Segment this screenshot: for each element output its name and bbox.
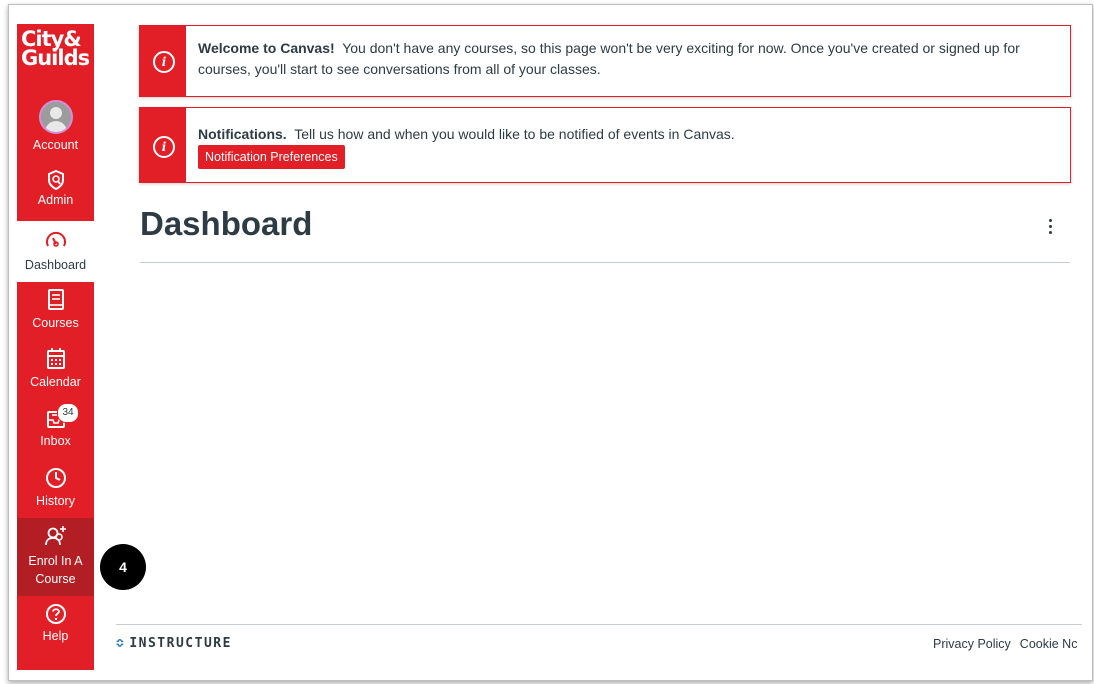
city-guilds-logo[interactable]: City& Guilds: [17, 28, 94, 78]
book-icon: [47, 289, 64, 310]
nav-item-label: Courses: [32, 316, 79, 330]
logo-line-2: Guilds: [21, 46, 90, 70]
nav-item-account[interactable]: Account: [17, 100, 94, 152]
privacy-policy-link[interactable]: Privacy Policy: [933, 637, 1011, 651]
global-navigation: City& Guilds Account Admin Dashboard Cou…: [17, 24, 94, 670]
footer-links: Privacy Policy Cookie Nc: [933, 637, 1086, 651]
nav-item-label: Dashboard: [24, 258, 87, 272]
instructure-logo[interactable]: ≎ INSTRUCTURE: [116, 636, 232, 651]
welcome-message: Welcome to Canvas! You don't have any co…: [198, 38, 1056, 80]
notifications-message: Notifications. Tell us how and when you …: [198, 125, 1056, 169]
instructure-mark-icon: ≎: [116, 636, 126, 651]
add-user-icon: [44, 526, 66, 546]
dashboard-gauge-icon: [45, 231, 66, 247]
nav-item-label: Admin: [37, 193, 74, 207]
dashboard-options-menu-icon[interactable]: [1042, 216, 1058, 240]
notifications-alert: i Notifications. Tell us how and when yo…: [139, 107, 1071, 183]
nav-item-label: Calendar: [30, 375, 81, 389]
welcome-alert: i Welcome to Canvas! You don't have any …: [139, 25, 1071, 97]
inbox-unread-badge: 34: [57, 403, 79, 423]
nav-item-label: Account: [32, 138, 79, 152]
nav-item-courses[interactable]: Courses: [17, 288, 94, 330]
footer-divider: [116, 624, 1082, 625]
info-icon: i: [153, 51, 175, 73]
alert-icon-bar: i: [140, 26, 186, 96]
shield-icon: [47, 169, 64, 191]
nav-item-calendar[interactable]: Calendar: [17, 347, 94, 389]
help-icon: [45, 604, 66, 624]
nav-item-enrol-in-a-course[interactable]: Enrol In A Course: [17, 518, 94, 596]
nav-item-label: Enrol In A Course: [28, 554, 83, 586]
nav-item-help[interactable]: Help: [17, 602, 94, 643]
title-divider: [140, 262, 1070, 263]
notifications-text: Tell us how and when you would like to b…: [294, 126, 735, 142]
alert-icon-bar: i: [140, 108, 186, 182]
instructure-wordmark: INSTRUCTURE: [129, 636, 232, 651]
nav-item-label: Inbox: [40, 434, 71, 448]
calendar-icon: [46, 348, 65, 369]
page-title: Dashboard: [140, 205, 313, 242]
clock-icon: [45, 468, 66, 488]
notification-preferences-button[interactable]: Notification Preferences: [198, 145, 345, 169]
browser-frame: [8, 4, 1093, 681]
notifications-title: Notifications.: [198, 126, 287, 142]
cookie-notice-link[interactable]: Cookie Nc: [1020, 637, 1078, 651]
nav-item-label: Help: [42, 629, 69, 643]
avatar: [38, 100, 73, 134]
welcome-title: Welcome to Canvas!: [198, 40, 335, 56]
nav-item-history[interactable]: History: [17, 466, 94, 508]
nav-item-label: History: [36, 494, 75, 508]
nav-item-inbox[interactable]: 34 Inbox: [17, 403, 94, 448]
nav-item-admin[interactable]: Admin: [17, 169, 94, 207]
nav-item-dashboard[interactable]: Dashboard: [17, 230, 94, 272]
step-callout-badge: 4: [100, 544, 146, 590]
info-icon: i: [153, 136, 175, 158]
